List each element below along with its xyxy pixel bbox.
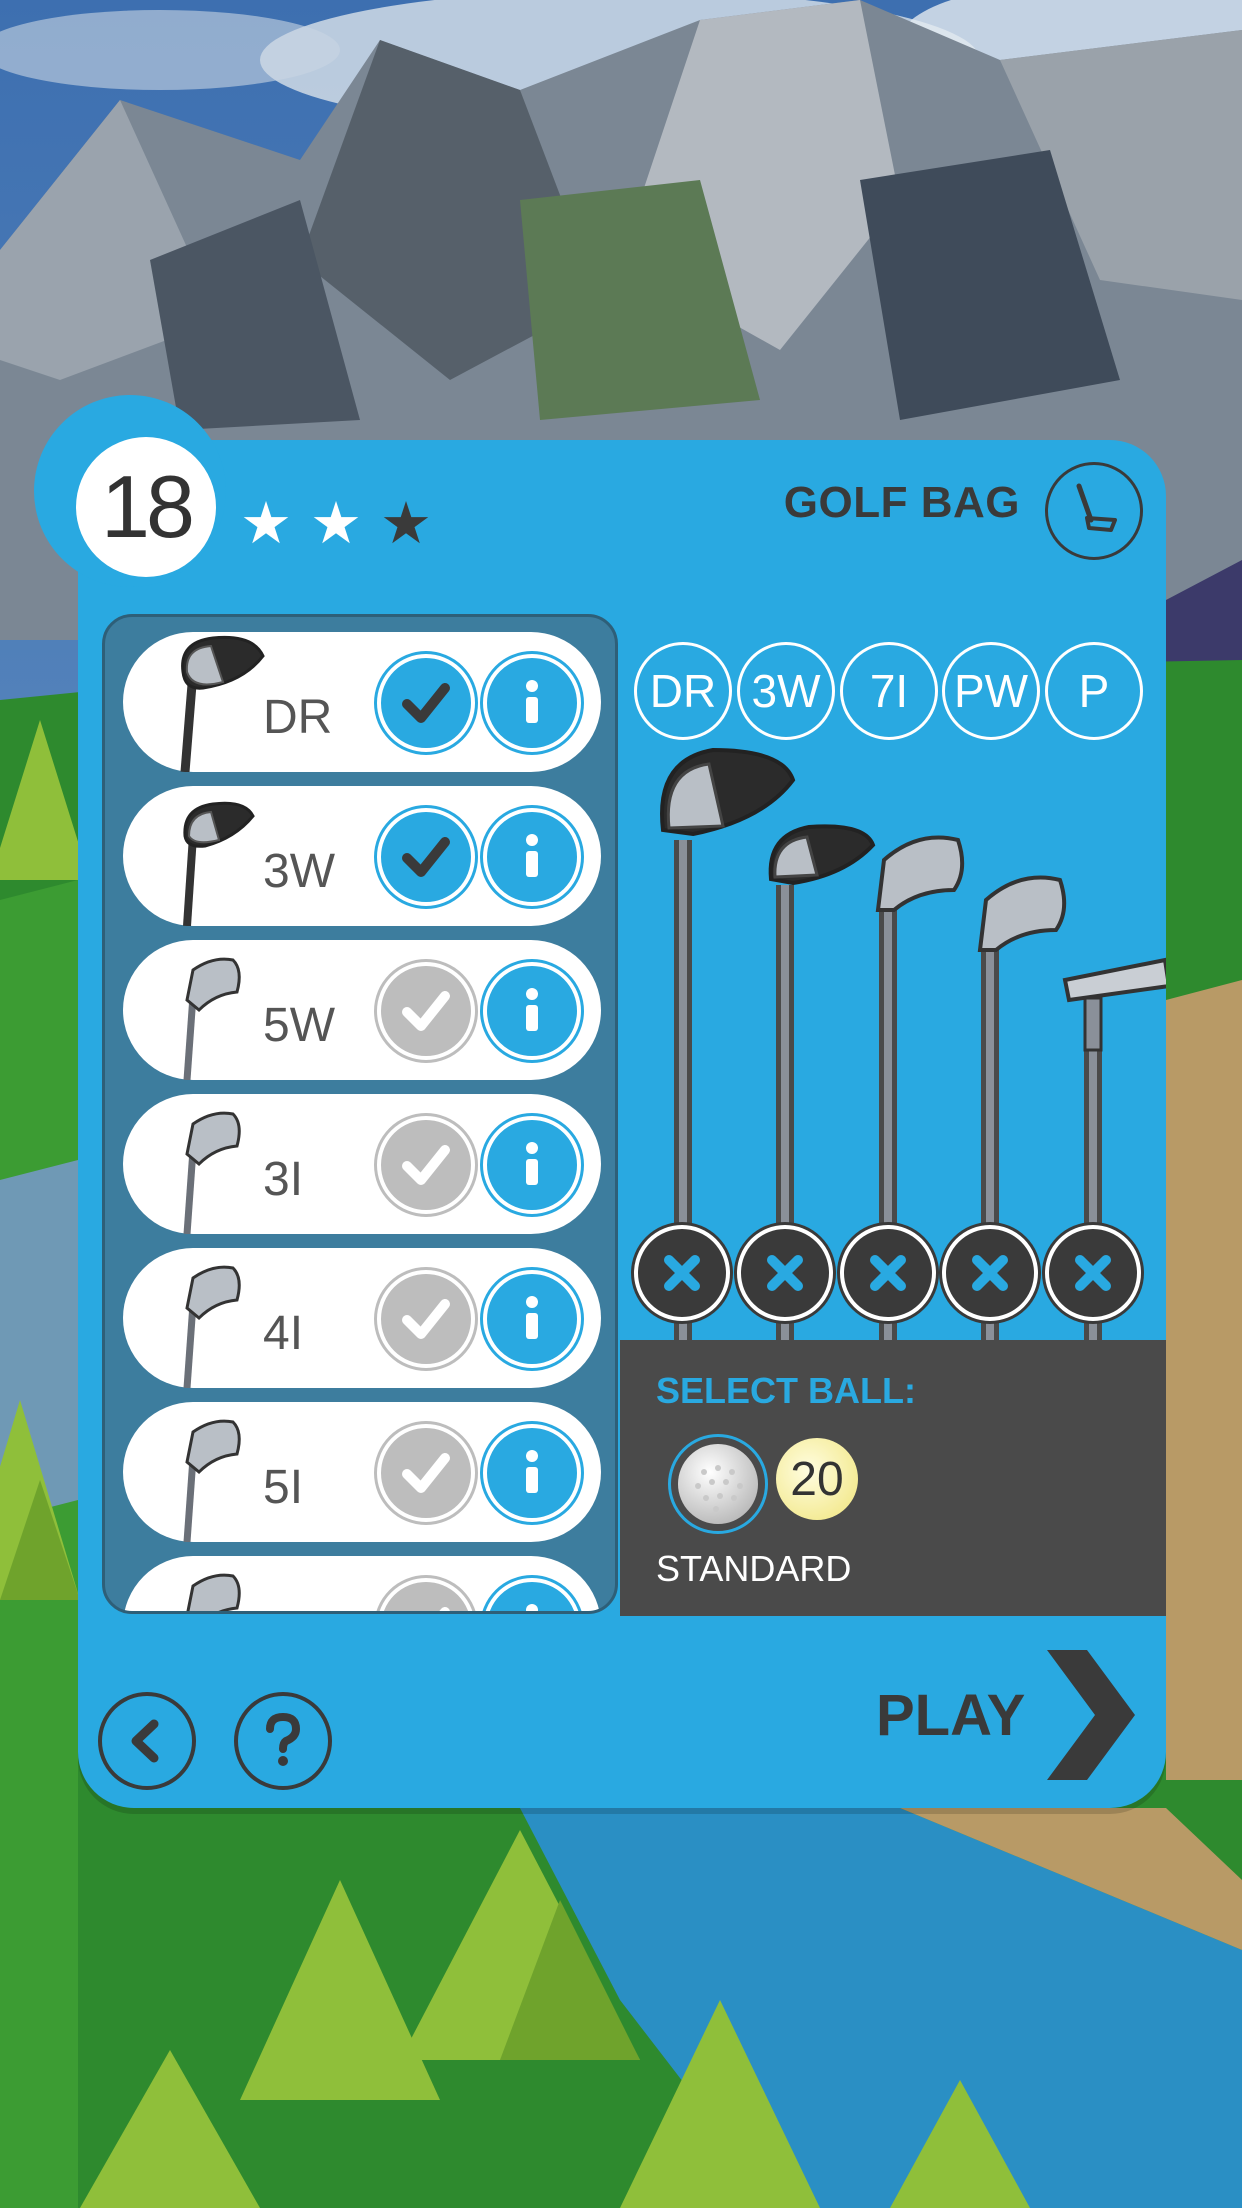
club-label: 5W	[263, 999, 335, 1052]
check-icon	[439, 1607, 450, 1611]
standard-ball-option[interactable]	[668, 1434, 768, 1534]
info-icon	[526, 1296, 538, 1339]
select-club-button[interactable]	[377, 808, 475, 906]
select-club-button[interactable]	[377, 1578, 475, 1611]
club-row[interactable]: 5W	[123, 940, 601, 1080]
bag-club-label[interactable]: DR	[634, 642, 732, 740]
question-mark-icon	[266, 1713, 301, 1766]
select-club-button[interactable]	[377, 962, 475, 1060]
star-icon: ★	[380, 491, 432, 556]
info-icon	[526, 680, 538, 723]
play-label: PLAY	[876, 1682, 1026, 1748]
club-info-button[interactable]	[483, 1116, 581, 1214]
remove-club-button[interactable]	[737, 1225, 833, 1321]
star-icon: ★	[310, 491, 362, 556]
club-label: DR	[263, 691, 333, 744]
select-club-button[interactable]	[377, 1424, 475, 1522]
check-icon	[402, 1145, 450, 1185]
club-row[interactable]: 3I	[123, 1094, 601, 1234]
bag-club-label[interactable]: 7I	[840, 642, 938, 740]
check-icon	[402, 683, 450, 723]
club-row[interactable]: 5I	[123, 1402, 601, 1542]
ball-selection-panel: SELECT BALL: 20 STANDARD	[620, 1340, 1166, 1616]
check-icon	[402, 1299, 450, 1339]
check-icon	[402, 1453, 450, 1493]
remove-club-button[interactable]	[942, 1225, 1038, 1321]
select-club-button[interactable]	[377, 1116, 475, 1214]
club-list[interactable]: DR 3W 5W 3I 4I 5I	[102, 614, 618, 1614]
club-label: 4I	[263, 1307, 304, 1360]
info-icon	[526, 988, 538, 1031]
remove-club-button[interactable]	[1045, 1225, 1141, 1321]
close-icon	[870, 1255, 906, 1291]
ball-title: SELECT BALL:	[656, 1370, 916, 1411]
play-button[interactable]: PLAY	[876, 1650, 1139, 1780]
club-info-button[interactable]	[483, 808, 581, 906]
remove-club-button[interactable]	[840, 1225, 936, 1321]
club-label: 5I	[263, 1461, 304, 1514]
close-icon	[972, 1255, 1008, 1291]
check-icon	[402, 991, 450, 1031]
close-icon	[1075, 1255, 1111, 1291]
iron-club-icon	[186, 1573, 241, 1611]
page-title: GOLF BAG	[783, 478, 1020, 527]
club-label: 3I	[263, 1153, 304, 1206]
back-button[interactable]	[98, 1692, 196, 1790]
play-arrow-icon	[1047, 1650, 1136, 1780]
club-row[interactable]: 3W	[123, 786, 601, 926]
star-icon: ★	[240, 491, 292, 556]
golf-ball-icon	[678, 1444, 758, 1524]
club-row[interactable]	[123, 1556, 601, 1611]
club-row[interactable]: 4I	[123, 1248, 601, 1388]
bag-club-label[interactable]: 3W	[737, 642, 835, 740]
remove-club-button[interactable]	[634, 1225, 730, 1321]
club-row[interactable]: DR	[123, 632, 601, 772]
club-info-button[interactable]	[483, 962, 581, 1060]
club-info-button[interactable]	[483, 654, 581, 752]
ball-count-badge: 20	[776, 1438, 858, 1520]
close-icon	[767, 1255, 803, 1291]
info-icon	[526, 1604, 538, 1611]
club-info-button[interactable]	[483, 1578, 581, 1611]
club-info-button[interactable]	[483, 1270, 581, 1368]
close-icon	[664, 1255, 700, 1291]
bag-club-label[interactable]: P	[1045, 642, 1143, 740]
info-icon	[526, 1142, 538, 1185]
club-label: 3W	[263, 845, 335, 898]
check-icon	[402, 837, 450, 877]
ball-name: STANDARD	[656, 1548, 852, 1589]
help-button[interactable]	[234, 1692, 332, 1790]
golf-club-icon[interactable]	[1045, 462, 1143, 560]
info-icon	[526, 1450, 538, 1493]
level-stars: ★ ★ ★	[240, 495, 432, 553]
club-info-button[interactable]	[483, 1424, 581, 1522]
back-arrow-icon	[131, 1719, 159, 1763]
select-club-button[interactable]	[377, 654, 475, 752]
select-club-button[interactable]	[377, 1270, 475, 1368]
level-number: 18	[76, 437, 216, 577]
bag-club-label[interactable]: PW	[942, 642, 1040, 740]
info-icon	[526, 834, 538, 877]
